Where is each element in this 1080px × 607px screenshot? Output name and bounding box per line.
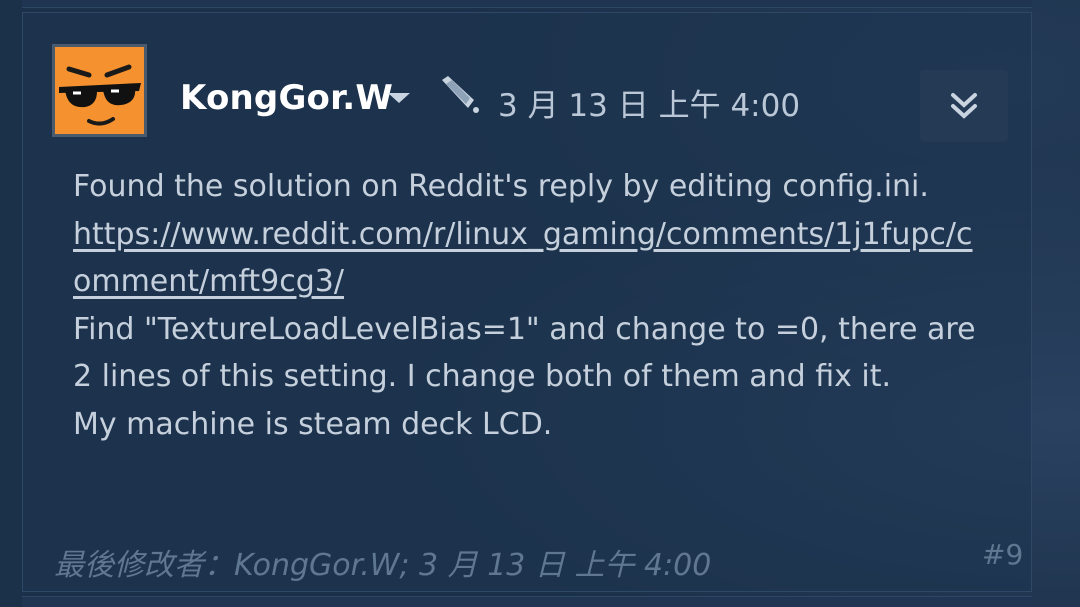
post-body-paragraph3: My machine is steam deck LCD. [73,406,553,442]
post-body: Found the solution on Reddit's reply by … [73,163,988,448]
reddit-link[interactable]: https://www.reddit.com/r/linux_gaming/co… [73,217,973,300]
post-body-paragraph2: Find "TextureLoadLevelBias=1" and change… [73,311,986,395]
post-body-line1: Found the solution on Reddit's reply by … [73,169,929,204]
sunglasses-face-avatar-icon [55,47,144,134]
edited-note: 最後修改者：KongGor.W; 3 月 13 日 上午 4:00 [54,548,712,583]
avatar[interactable] [52,44,147,137]
chevron-double-down-icon [951,93,977,119]
caret-down-icon[interactable] [388,93,410,103]
next-post-edge [22,596,1032,607]
expand-button[interactable] [920,70,1008,142]
steam-deck-device-icon [436,74,480,114]
previous-post-edge [22,0,1032,8]
post-number[interactable]: #9 [982,538,1023,571]
author-name[interactable]: KongGor.W [180,78,393,118]
post-timestamp: 3 月 13 日 上午 4:00 [498,88,801,124]
